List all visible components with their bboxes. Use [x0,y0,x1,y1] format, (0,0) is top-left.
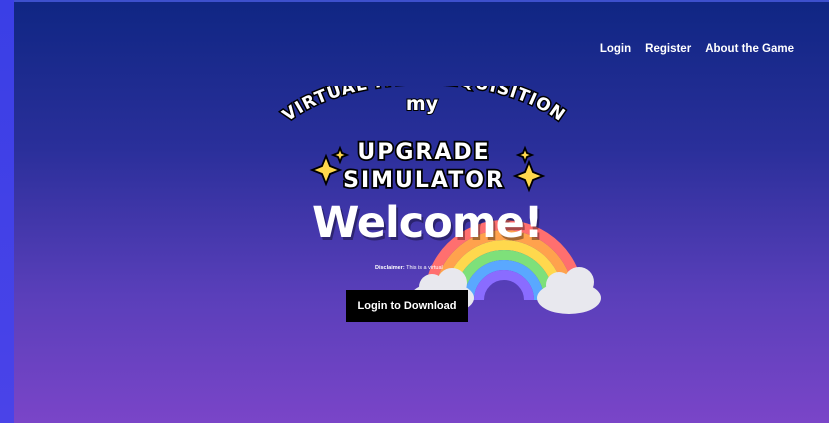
hero-section: my VIRTUAL ITEM REQUISITION UPGRADE SIMU… [14,0,829,423]
disclaimer-label: Disclaimer: [375,265,405,271]
logo-my-text: my [406,93,439,115]
login-to-download-button[interactable]: Login to Download [346,290,468,322]
sparkle-right-icon [512,145,546,193]
game-logo: my VIRTUAL ITEM REQUISITION UPGRADE SIMU… [277,86,569,195]
disclaimer-body: This is a virtual [406,265,443,271]
welcome-heading: Welcome! [312,198,543,248]
logo-line2-text: SIMULATOR [343,168,505,193]
landing-page: Login Register About the Game my VIRTUA … [14,0,829,423]
window-left-edge [0,0,14,423]
sparkle-left-icon [309,145,350,187]
disclaimer-text: Disclaimer: This is a virtual [375,265,443,271]
logo-line1-text: UPGRADE [357,140,490,165]
